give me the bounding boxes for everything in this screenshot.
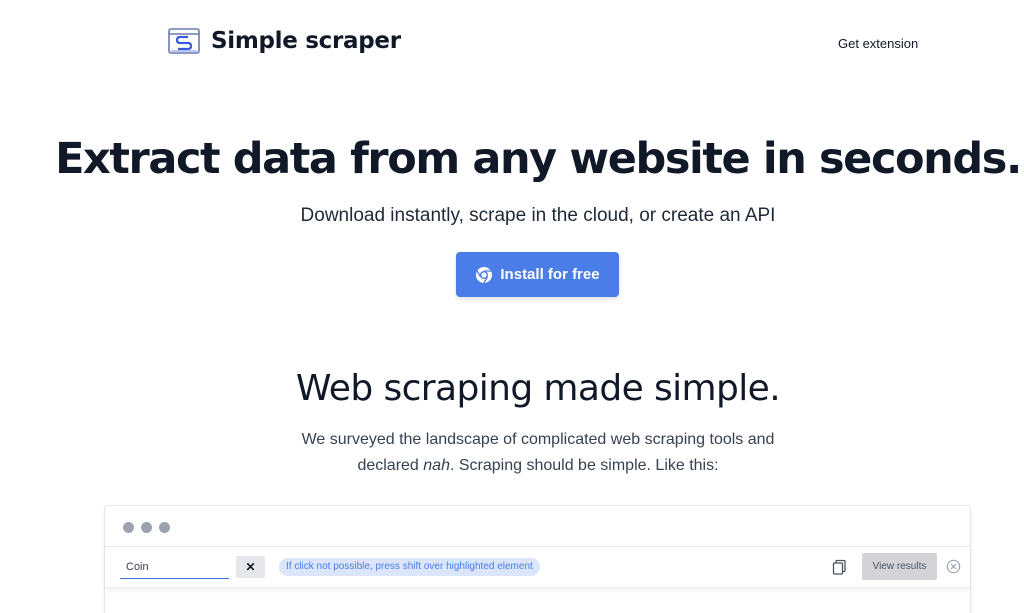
window-controls <box>123 522 177 533</box>
section-description: We surveyed the landscape of complicated… <box>0 427 1024 479</box>
section-text-declared: declared <box>357 457 424 474</box>
hero-subtitle: Download instantly, scrape in the cloud,… <box>300 205 776 226</box>
hint-badge: If click not possible, press shift over … <box>279 558 540 576</box>
copy-icon[interactable] <box>832 559 847 575</box>
hero-title: Extract data from any website in seconds… <box>55 134 1022 184</box>
window-dot-icon <box>159 522 170 533</box>
brand-name: Simple scraper <box>211 28 401 54</box>
window-dot-icon <box>123 522 134 533</box>
chrome-icon <box>476 266 493 283</box>
section-text-nah: nah <box>423 457 450 474</box>
window-dot-icon <box>141 522 152 533</box>
close-circle-icon[interactable] <box>946 559 961 574</box>
demo-browser-window: ✕ If click not possible, press shift ove… <box>104 505 971 613</box>
clear-button[interactable]: ✕ <box>236 556 265 578</box>
install-button-label: Install for free <box>500 266 600 283</box>
selector-name-input[interactable] <box>120 555 229 579</box>
section-text-line-2: declared nah. Scraping should be simple.… <box>0 453 1024 479</box>
section-text-line-1: We surveyed the landscape of complicated… <box>301 431 775 448</box>
get-extension-link[interactable]: Get extension <box>838 36 918 51</box>
site-header: Simple scraper Get extension <box>0 0 1024 90</box>
logo[interactable]: Simple scraper <box>168 28 401 54</box>
install-button[interactable]: Install for free <box>456 252 619 297</box>
logo-icon <box>168 28 200 54</box>
view-results-button[interactable]: View results <box>862 553 937 580</box>
scraper-toolbar: ✕ If click not possible, press shift ove… <box>105 546 970 588</box>
section-title: Web scraping made simple. <box>295 368 781 409</box>
section-text-rest: . Scraping should be simple. Like this: <box>449 457 719 474</box>
